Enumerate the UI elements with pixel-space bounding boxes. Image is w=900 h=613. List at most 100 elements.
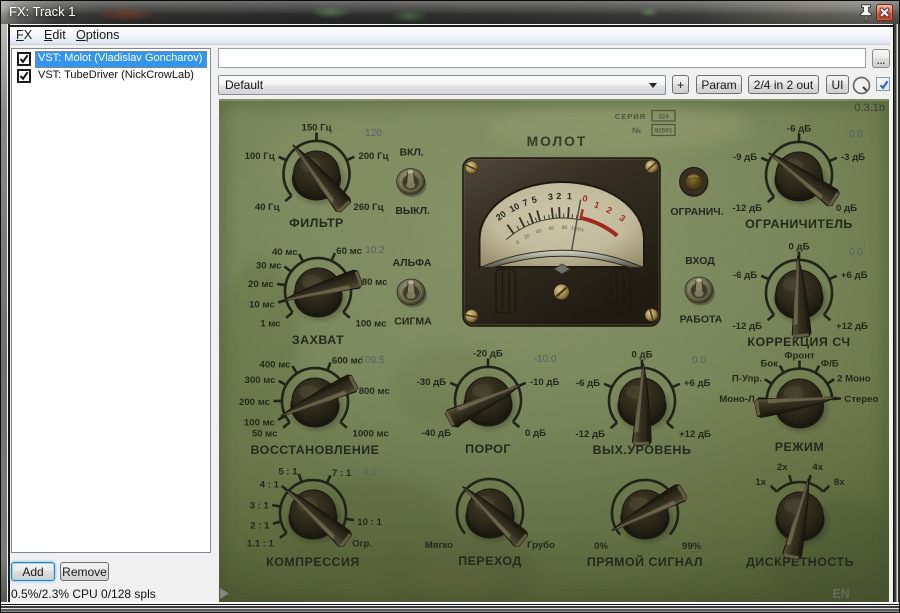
svg-text:СИГМА: СИГМА — [394, 316, 432, 328]
svg-text:МОЛОТ: МОЛОТ — [527, 134, 588, 149]
svg-text:2 : 1: 2 : 1 — [250, 521, 270, 532]
svg-text:20 мс: 20 мс — [248, 279, 274, 290]
svg-text:ОГРАНИЧ.: ОГРАНИЧ. — [670, 206, 723, 218]
svg-text:-12 дБ: -12 дБ — [732, 203, 762, 214]
svg-text:800 мс: 800 мс — [359, 386, 391, 397]
svg-text:0%: 0% — [594, 541, 608, 552]
svg-text:200 мс: 200 мс — [239, 397, 271, 408]
svg-text:ВКЛ.: ВКЛ. — [399, 147, 423, 159]
svg-text:СССР: СССР — [868, 575, 881, 580]
svg-text:1.1 : 1: 1.1 : 1 — [247, 539, 275, 550]
svg-text:30 мс: 30 мс — [256, 261, 282, 272]
svg-text:ЗАХВАТ: ЗАХВАТ — [292, 333, 344, 347]
svg-text:+12 дБ: +12 дБ — [679, 429, 711, 440]
svg-text:400 мс: 400 мс — [260, 359, 292, 370]
svg-text:5 : 1: 5 : 1 — [278, 467, 298, 478]
svg-text:Ф/Б: Ф/Б — [821, 358, 839, 369]
svg-text:1х: 1х — [755, 477, 766, 488]
svg-text:-6 дБ: -6 дБ — [733, 270, 757, 281]
svg-text:1: 1 — [567, 191, 573, 201]
svg-text:324: 324 — [658, 114, 669, 121]
svg-text:7 : 1: 7 : 1 — [332, 468, 352, 479]
svg-text:-9 дБ: -9 дБ — [733, 152, 757, 163]
svg-text:109.5: 109.5 — [359, 355, 384, 366]
svg-text:ФИЛЬТР: ФИЛЬТР — [289, 216, 344, 230]
svg-text:2: 2 — [556, 191, 561, 201]
svg-text:РАБОТА: РАБОТА — [680, 314, 723, 326]
svg-text:-30 дБ: -30 дБ — [417, 377, 447, 388]
svg-text:-6 дБ: -6 дБ — [576, 378, 600, 389]
svg-text:П-Упр.: П-Упр. — [732, 373, 762, 384]
svg-text:0.3.1b: 0.3.1b — [854, 102, 885, 114]
svg-text:-10 дБ: -10 дБ — [530, 377, 560, 388]
svg-text:ВОССТАНОВЛЕНИЕ: ВОССТАНОВЛЕНИЕ — [251, 443, 380, 457]
svg-text:10 : 1: 10 : 1 — [357, 517, 382, 528]
svg-text:ПРЯМОЙ СИГНАЛ: ПРЯМОЙ СИГНАЛ — [587, 554, 703, 569]
svg-text:Фронт: Фронт — [784, 351, 815, 362]
svg-text:4 : 1: 4 : 1 — [260, 480, 280, 491]
svg-text:-20 дБ: -20 дБ — [473, 349, 503, 360]
svg-text:2 Моно: 2 Моно — [837, 373, 871, 384]
svg-text:150 Гц: 150 Гц — [301, 123, 331, 134]
svg-text:10.2: 10.2 — [365, 245, 385, 256]
svg-text:№: № — [632, 126, 641, 135]
svg-text:1000 мс: 1000 мс — [353, 429, 390, 440]
svg-text:40 мс: 40 мс — [272, 247, 298, 258]
svg-text:3 : 1: 3 : 1 — [250, 500, 270, 511]
svg-text:0 дБ: 0 дБ — [632, 350, 653, 361]
svg-text:10 мс: 10 мс — [249, 299, 275, 310]
svg-text:-3 дБ: -3 дБ — [841, 152, 865, 163]
svg-text:Бок: Бок — [761, 358, 779, 369]
svg-text:60 мс: 60 мс — [336, 246, 362, 257]
svg-text:-40 дБ: -40 дБ — [421, 428, 451, 439]
svg-text:260 Гц: 260 Гц — [354, 202, 384, 213]
svg-text:0 дБ: 0 дБ — [789, 242, 810, 253]
svg-text:-12 дБ: -12 дБ — [732, 321, 762, 332]
svg-text:40 Гц: 40 Гц — [255, 202, 280, 213]
svg-text:ВЫКЛ.: ВЫКЛ. — [395, 205, 430, 217]
svg-text:100 мс: 100 мс — [244, 417, 276, 428]
svg-text:+6 дБ: +6 дБ — [684, 378, 711, 389]
svg-text:+6 дБ: +6 дБ — [841, 270, 868, 281]
svg-text:Грубо: Грубо — [527, 540, 555, 551]
svg-text:КОМПРЕССИЯ: КОМПРЕССИЯ — [266, 555, 360, 569]
svg-text:Огр.: Огр. — [352, 539, 372, 550]
svg-text:92591: 92591 — [654, 128, 672, 135]
svg-text:60: 60 — [548, 225, 555, 232]
svg-text:Мягко: Мягко — [425, 540, 453, 551]
svg-text:0 дБ: 0 дБ — [836, 203, 857, 214]
svg-text:80: 80 — [562, 225, 568, 231]
svg-text:120: 120 — [365, 128, 382, 139]
svg-text:СЕРИЯ: СЕРИЯ — [615, 112, 646, 121]
svg-text:Моно-Л: Моно-Л — [719, 394, 755, 405]
svg-text:3: 3 — [547, 191, 553, 201]
svg-text:-6 дБ: -6 дБ — [787, 124, 811, 135]
svg-text:ПОРОГ: ПОРОГ — [465, 442, 511, 456]
svg-text:+12 дБ: +12 дБ — [836, 321, 868, 332]
svg-text:0.0: 0.0 — [849, 129, 863, 140]
svg-text:100 мс: 100 мс — [356, 319, 388, 330]
svg-text:ПЕРЕХОД: ПЕРЕХОД — [458, 554, 521, 568]
svg-text:ОГРАНИЧИТЕЛЬ: ОГРАНИЧИТЕЛЬ — [745, 217, 853, 231]
svg-text:EN: EN — [832, 587, 849, 601]
svg-text:0.0: 0.0 — [692, 355, 706, 366]
svg-text:100 Гц: 100 Гц — [245, 151, 275, 162]
svg-text:2х: 2х — [777, 462, 788, 473]
svg-text:ВХОД: ВХОД — [685, 255, 715, 267]
svg-text:200 Гц: 200 Гц — [358, 151, 388, 162]
svg-text:1 мс: 1 мс — [260, 319, 281, 330]
svg-text:АЛЬФА: АЛЬФА — [393, 257, 432, 269]
svg-text:0 дБ: 0 дБ — [525, 428, 546, 439]
svg-text:-10.0: -10.0 — [534, 354, 557, 365]
svg-text:0.0: 0.0 — [849, 247, 863, 258]
svg-text:4.0: 4.0 — [363, 467, 377, 478]
svg-text:РЕЖИМ: РЕЖИМ — [775, 440, 824, 454]
svg-text:4х: 4х — [812, 462, 823, 473]
svg-text:50 мс: 50 мс — [252, 429, 278, 440]
svg-text:Стерео: Стерео — [844, 394, 878, 405]
svg-text:-12 дБ: -12 дБ — [575, 429, 605, 440]
svg-text:80 мс: 80 мс — [362, 277, 388, 288]
svg-text:99%: 99% — [682, 541, 702, 552]
svg-text:8х: 8х — [834, 477, 845, 488]
svg-text:300 мс: 300 мс — [245, 375, 277, 386]
